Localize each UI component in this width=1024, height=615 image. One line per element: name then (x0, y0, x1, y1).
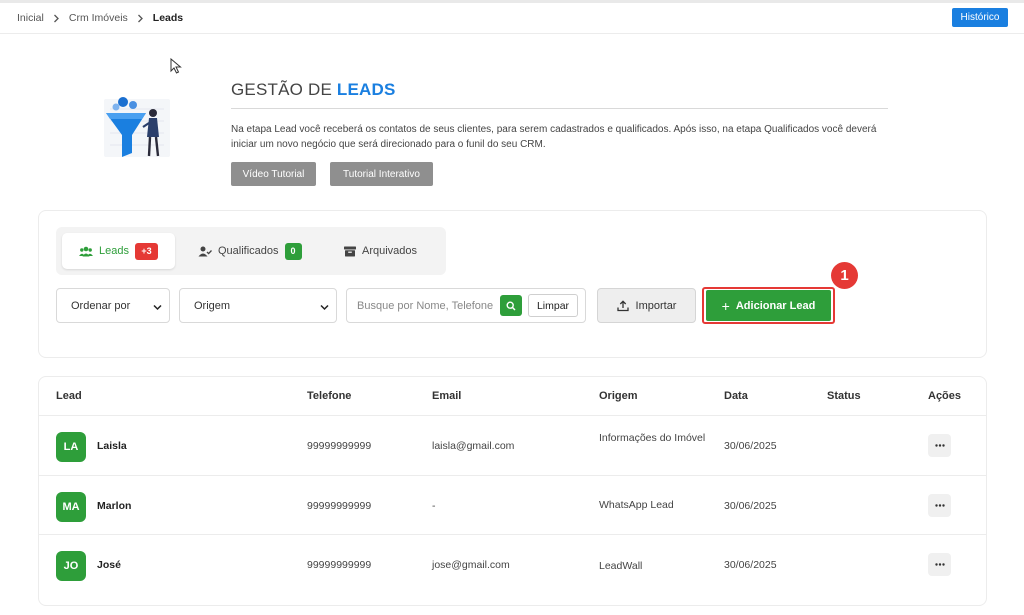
lead-data: 30/06/2025 (724, 559, 777, 571)
tutorial-interativo-button[interactable]: Tutorial Interativo (330, 162, 433, 186)
header-status: Status (827, 390, 861, 402)
lead-telefone: 99999999999 (307, 500, 372, 512)
lead-origem: LeadWall (599, 560, 643, 572)
header-acoes: Ações (928, 390, 962, 402)
lead-tabs: Leads +3 Qualificados 0 Arquivados (56, 227, 446, 275)
lead-name[interactable]: Marlon (97, 500, 131, 512)
tab-arquivados[interactable]: Arquivados (344, 233, 444, 269)
search-icon (506, 300, 516, 311)
video-tutorial-button[interactable]: Vídeo Tutorial (231, 162, 316, 186)
tab-qualificados[interactable]: Qualificados 0 (198, 233, 318, 269)
upload-icon (616, 299, 629, 312)
avatar: LA (56, 432, 86, 462)
row-actions-button[interactable] (928, 553, 951, 576)
tab-leads[interactable]: Leads +3 (62, 233, 175, 269)
avatar: MA (56, 492, 86, 522)
funnel-illustration-icon (100, 93, 180, 163)
lead-origem: Informações do Imóvel (599, 432, 706, 444)
lead-email: - (432, 500, 436, 512)
importar-button[interactable]: Importar (597, 288, 696, 323)
mouse-cursor-icon (170, 57, 182, 79)
user-check-icon (198, 246, 212, 257)
adicionar-lead-button[interactable]: + Adicionar Lead (706, 290, 831, 321)
leads-count-badge: +3 (134, 242, 158, 260)
lead-name[interactable]: José (97, 559, 121, 571)
step-marker: 1 (831, 262, 858, 289)
chevron-down-icon (153, 302, 162, 314)
page-title: GESTÃO DE LEADS (231, 80, 396, 99)
tab-qualificados-label: Qualificados (218, 245, 279, 257)
chevron-right-icon (137, 14, 144, 23)
breadcrumb-item-inicial[interactable]: Inicial (17, 12, 44, 24)
adicionar-lead-label: Adicionar Lead (735, 299, 816, 312)
lead-origem: WhatsApp Lead (599, 499, 674, 511)
header-data: Data (724, 390, 748, 402)
row-actions-button[interactable] (928, 434, 951, 457)
search-input[interactable] (347, 289, 499, 322)
tab-arquivados-label: Arquivados (362, 245, 418, 257)
search-box: Limpar (346, 288, 586, 323)
historico-button[interactable]: Histórico (952, 8, 1008, 27)
plus-icon: + (721, 297, 730, 314)
breadcrumb-item-crm[interactable]: Crm Imóveis (69, 12, 128, 24)
avatar: JO (56, 551, 86, 581)
lead-data: 30/06/2025 (724, 500, 777, 512)
table-row[interactable]: JO José 99999999999 jose@gmail.com LeadW… (39, 535, 986, 594)
lead-telefone: 99999999999 (307, 559, 372, 571)
users-icon (79, 246, 93, 257)
qualificados-count-badge: 0 (284, 242, 302, 260)
importar-label: Importar (635, 299, 677, 312)
lead-data: 30/06/2025 (724, 440, 777, 452)
tab-leads-label: Leads (99, 245, 129, 257)
breadcrumb-item-leads: Leads (152, 12, 184, 24)
header-lead: Lead (56, 390, 82, 402)
header-email: Email (432, 390, 462, 402)
chevron-right-icon (53, 14, 60, 23)
more-horizontal-icon (934, 444, 945, 447)
ordenar-select[interactable]: Ordenar por (56, 288, 170, 323)
archive-icon (344, 246, 356, 257)
lead-name[interactable]: Laisla (97, 440, 127, 452)
breadcrumb: Inicial Crm Imóveis Leads (17, 12, 183, 24)
more-horizontal-icon (934, 504, 945, 507)
title-divider (231, 108, 888, 109)
row-actions-button[interactable] (928, 494, 951, 517)
page-header: Inicial Crm Imóveis Leads Histórico (0, 3, 1024, 34)
more-horizontal-icon (934, 563, 945, 566)
lead-telefone: 99999999999 (307, 440, 372, 452)
header-origem: Origem (599, 390, 638, 402)
limpar-button[interactable]: Limpar (528, 294, 578, 317)
page-description: Na etapa Lead você receberá os contatos … (231, 124, 877, 150)
search-button[interactable] (500, 295, 522, 316)
lead-email: jose@gmail.com (432, 559, 510, 571)
table-row[interactable]: LA Laisla 99999999999 laisla@gmail.com I… (39, 416, 986, 475)
table-row[interactable]: MA Marlon 99999999999 - WhatsApp Lead 30… (39, 476, 986, 535)
chevron-down-icon (320, 302, 329, 314)
header-telefone: Telefone (307, 390, 352, 402)
origem-select[interactable]: Origem (179, 288, 337, 323)
lead-email: laisla@gmail.com (432, 440, 515, 452)
